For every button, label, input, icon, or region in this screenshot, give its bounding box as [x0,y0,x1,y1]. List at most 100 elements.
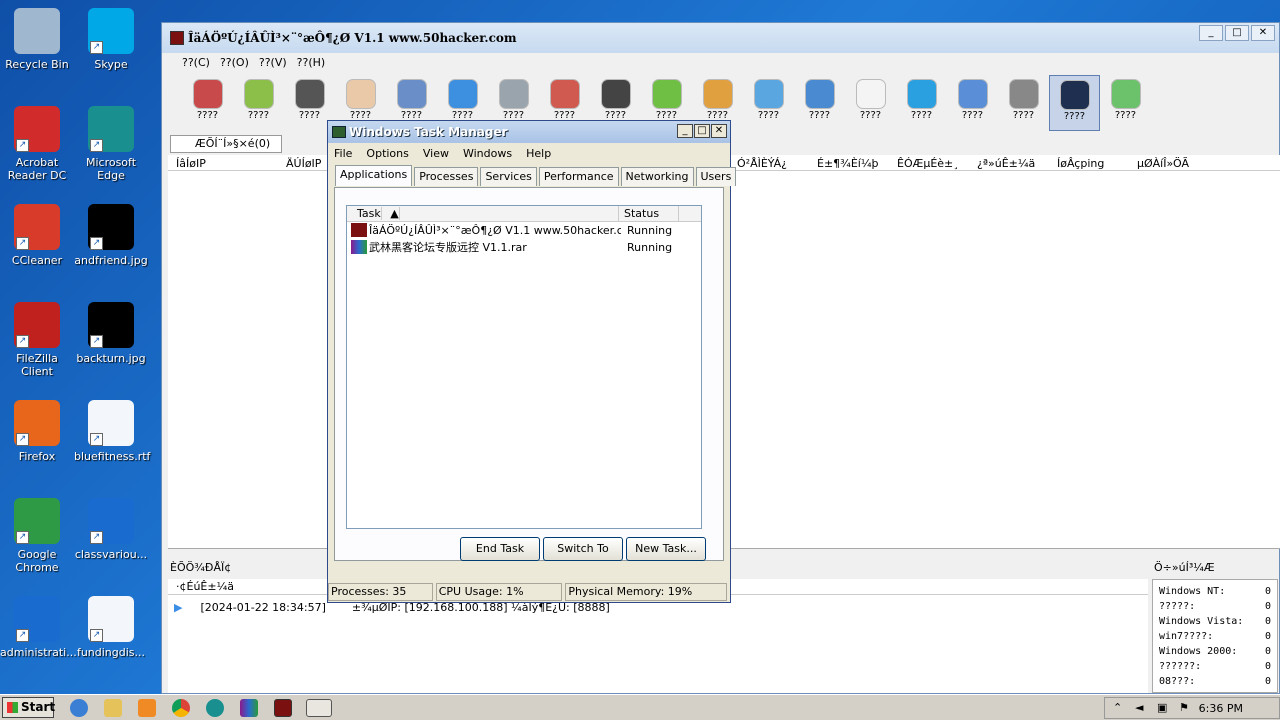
log-time: [2024-01-22 18:34:57] [200,601,326,614]
shortcut-icon: ↗ [14,204,60,250]
desktop-icon[interactable]: ↗ FileZilla Client [0,302,74,378]
tab-performance[interactable]: Performance [538,167,619,186]
column-task[interactable]: Task ▲ [347,206,619,221]
clock[interactable]: 6:36 PM [1199,702,1243,715]
task-row[interactable]: ÎäÁÖºÚ¿ÍÂÛÌ³×¨°æÔ¶¿Ø V1.1 www.50hacker.c… [347,222,701,239]
desktop-icon[interactable]: Recycle Bin [0,8,74,71]
tab-processes[interactable]: Processes [414,167,479,186]
desktop-icon-label: Skype [94,58,128,71]
remote-control-app-icon[interactable] [274,699,292,717]
app-title-bar[interactable]: ÎäÁÖºÚ¿ÍÂÛÌ³×¨°æÔ¶¿Ø V1.1 www.50hacker.c… [162,23,1279,53]
tab-networking[interactable]: Networking [620,167,694,186]
new-task-button[interactable]: New Task... [626,537,706,561]
maximize-button[interactable]: □ [694,124,710,138]
menu-item[interactable]: ??(V) [259,56,287,69]
log-list[interactable]: ▶ [2024-01-22 18:34:57] ±¾µØIP: [192.168… [168,595,1148,693]
start-button[interactable]: Start [2,697,55,718]
desktop-icon-label: Microsoft Edge [85,156,137,182]
task-manager-icon [332,126,346,138]
desktop-icon[interactable]: ↗ Microsoft Edge [74,106,148,182]
switch-to-button[interactable]: Switch To [543,537,623,561]
desktop-icon-label: FileZilla Client [16,352,58,378]
toolbar-button[interactable]: ???? [998,75,1049,131]
toolbar-icon [906,79,937,109]
tab-services[interactable]: Services [480,167,537,186]
menu-item[interactable]: ??(H) [297,56,326,69]
toolbar-button[interactable]: ???? [233,75,284,131]
ie-icon[interactable] [70,699,88,717]
toolbar-icon [753,79,784,109]
network-icon[interactable]: ▣ [1157,701,1167,714]
column-header[interactable]: É±¶¾Èí¼þ [817,157,878,170]
task-manager-title-bar[interactable]: Windows Task Manager [328,121,730,143]
menu-view[interactable]: View [423,147,449,160]
stat-value: 0 [1264,676,1271,687]
media-player-icon[interactable] [138,699,156,717]
tab-applications[interactable]: Applications [335,165,413,186]
task-manager-window[interactable]: Windows Task Manager _ □ ✕ File Options … [327,120,737,603]
desktop-icon[interactable]: ↗ administrati... [0,596,77,659]
toolbar-button[interactable]: ???? [845,75,896,131]
toolbar-icon [702,79,733,109]
maximize-button[interactable]: □ [1225,25,1249,41]
column-header[interactable]: ÍâÍøIP [176,157,206,170]
desktop-icon[interactable]: ↗ andfriend.jpg [74,204,148,267]
stat-row: Windows Vista: 0 [1159,616,1271,631]
close-button[interactable]: ✕ [711,124,727,138]
desktop-icon[interactable]: ↗ fundingdis... [74,596,148,659]
task-manager-menu-bar: File Options View Windows Help [328,143,730,163]
shortcut-icon: ↗ [88,106,134,152]
desktop-icon[interactable]: ↗ bluefitness.rtf [74,400,150,463]
application-list-header: Task ▲ Status [347,206,701,222]
column-header[interactable]: ÊÓÆµÉè±¸ [897,157,959,170]
explorer-icon[interactable] [104,699,122,717]
menu-item[interactable]: ??(O) [220,56,249,69]
desktop-icon[interactable]: ↗ backturn.jpg [74,302,148,365]
column-header[interactable]: ¿ª»úÊ±¼ä [977,157,1035,170]
column-header[interactable]: µØÀíÎ»ÖÃ [1137,157,1189,170]
minimize-button[interactable]: _ [1199,25,1223,41]
menu-options[interactable]: Options [366,147,408,160]
tray-expand-icon[interactable]: ⌃ [1113,701,1122,714]
toolbar-button[interactable]: ???? [182,75,233,131]
tab-users[interactable]: Users [695,167,737,186]
toolbar-button[interactable]: ???? [1100,75,1151,131]
desktop-icon[interactable]: ↗ Firefox [0,400,74,463]
group-tab[interactable]: ÆÕÍ¨Í»§×é(0) [170,135,282,153]
menu-help[interactable]: Help [526,147,551,160]
desktop-icon[interactable]: ↗ classvariou... [74,498,148,561]
end-task-button[interactable]: End Task [460,537,540,561]
column-header[interactable]: ÄÚÍøIP [286,157,321,170]
volume-icon[interactable]: ◄ [1135,701,1143,714]
toolbar-icon [447,79,478,109]
task-manager-window-buttons: _ □ ✕ [677,124,727,138]
application-list[interactable]: Task ▲ Status ÎäÁÖºÚ¿ÍÂÛÌ³×¨°æÔ¶¿Ø V1.1 … [346,205,702,529]
shortcut-icon: ↗ [14,302,60,348]
desktop-icon[interactable]: ↗ Acrobat Reader DC [0,106,74,182]
toolbar-button[interactable]: ???? [743,75,794,131]
winrar-icon[interactable] [240,699,258,717]
desktop-icon[interactable]: ↗ CCleaner [0,204,74,267]
toolbar-icon [651,79,682,109]
column-header[interactable]: Ó²ÅÌÈÝÁ¿ [737,157,787,170]
menu-file[interactable]: File [334,147,352,160]
toolbar-button[interactable]: ???? [1049,75,1100,131]
column-status[interactable]: Status [619,206,679,221]
edge-icon[interactable] [206,699,224,717]
desktop-icon[interactable]: ↗ Google Chrome [0,498,74,574]
toolbar-button[interactable]: ???? [896,75,947,131]
toolbar-button[interactable]: ???? [947,75,998,131]
minimize-button[interactable]: _ [677,124,693,138]
flag-icon[interactable]: ⚑ [1179,701,1189,714]
column-header[interactable]: ÍøÂçping [1057,157,1104,170]
chrome-icon[interactable] [172,699,190,717]
task-status: Running [627,224,673,237]
menu-item[interactable]: ??(C) [182,56,210,69]
toolbar-button[interactable]: ???? [794,75,845,131]
menu-windows[interactable]: Windows [463,147,512,160]
desktop-icon[interactable]: ↗ Skype [74,8,148,71]
task-row[interactable]: 武林黑客论坛专版远控 V1.1.rar Running [347,239,701,256]
system-tray: ⌃ ◄ ▣ ⚑ 6:36 PM [1104,697,1280,719]
close-button[interactable]: ✕ [1251,25,1275,41]
task-manager-taskbar-icon[interactable] [306,699,332,717]
